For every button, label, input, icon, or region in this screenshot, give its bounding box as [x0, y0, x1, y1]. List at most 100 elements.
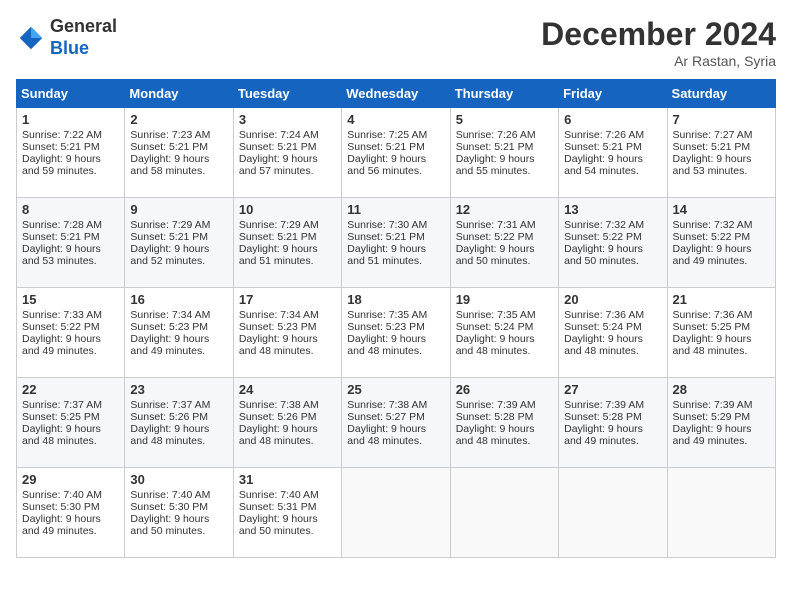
calendar-cell: 1Sunrise: 7:22 AMSunset: 5:21 PMDaylight…: [17, 108, 125, 198]
page-header: General Blue December 2024 Ar Rastan, Sy…: [16, 16, 776, 69]
cell-line: and 49 minutes.: [130, 345, 227, 357]
cell-line: Sunrise: 7:35 AM: [456, 309, 553, 321]
cell-line: Daylight: 9 hours: [239, 333, 336, 345]
day-number: 15: [22, 292, 119, 307]
calendar-cell: 11Sunrise: 7:30 AMSunset: 5:21 PMDayligh…: [342, 198, 450, 288]
cell-line: and 49 minutes.: [673, 255, 770, 267]
cell-line: and 50 minutes.: [564, 255, 661, 267]
logo: General Blue: [16, 16, 117, 59]
cell-line: Daylight: 9 hours: [673, 423, 770, 435]
cell-line: and 49 minutes.: [22, 525, 119, 537]
day-number: 28: [673, 382, 770, 397]
cell-line: Sunset: 5:27 PM: [347, 411, 444, 423]
calendar-week-1: 1Sunrise: 7:22 AMSunset: 5:21 PMDaylight…: [17, 108, 776, 198]
cell-line: and 53 minutes.: [22, 255, 119, 267]
day-number: 2: [130, 112, 227, 127]
day-number: 18: [347, 292, 444, 307]
cell-line: Sunset: 5:24 PM: [456, 321, 553, 333]
cell-line: and 50 minutes.: [239, 525, 336, 537]
cell-line: Sunrise: 7:26 AM: [456, 129, 553, 141]
calendar-cell: 29Sunrise: 7:40 AMSunset: 5:30 PMDayligh…: [17, 468, 125, 558]
cell-line: Sunset: 5:21 PM: [347, 231, 444, 243]
day-number: 17: [239, 292, 336, 307]
cell-line: Daylight: 9 hours: [347, 243, 444, 255]
column-header-wednesday: Wednesday: [342, 80, 450, 108]
cell-line: Sunrise: 7:37 AM: [22, 399, 119, 411]
cell-line: Sunset: 5:25 PM: [22, 411, 119, 423]
column-header-friday: Friday: [559, 80, 667, 108]
calendar-cell: 25Sunrise: 7:38 AMSunset: 5:27 PMDayligh…: [342, 378, 450, 468]
calendar-cell: 5Sunrise: 7:26 AMSunset: 5:21 PMDaylight…: [450, 108, 558, 198]
day-number: 1: [22, 112, 119, 127]
cell-line: Sunrise: 7:22 AM: [22, 129, 119, 141]
cell-line: Sunset: 5:21 PM: [673, 141, 770, 153]
cell-line: Daylight: 9 hours: [239, 513, 336, 525]
calendar-cell: 28Sunrise: 7:39 AMSunset: 5:29 PMDayligh…: [667, 378, 775, 468]
cell-line: and 48 minutes.: [22, 435, 119, 447]
cell-line: Sunset: 5:22 PM: [456, 231, 553, 243]
column-header-sunday: Sunday: [17, 80, 125, 108]
day-number: 6: [564, 112, 661, 127]
day-number: 22: [22, 382, 119, 397]
calendar-cell: 7Sunrise: 7:27 AMSunset: 5:21 PMDaylight…: [667, 108, 775, 198]
cell-line: Sunrise: 7:40 AM: [130, 489, 227, 501]
cell-line: Sunrise: 7:25 AM: [347, 129, 444, 141]
cell-line: Sunrise: 7:28 AM: [22, 219, 119, 231]
cell-line: Daylight: 9 hours: [564, 333, 661, 345]
cell-line: Sunset: 5:25 PM: [673, 321, 770, 333]
cell-line: and 49 minutes.: [673, 435, 770, 447]
calendar-body: 1Sunrise: 7:22 AMSunset: 5:21 PMDaylight…: [17, 108, 776, 558]
cell-line: Daylight: 9 hours: [673, 333, 770, 345]
calendar-cell: 21Sunrise: 7:36 AMSunset: 5:25 PMDayligh…: [667, 288, 775, 378]
calendar-cell: 10Sunrise: 7:29 AMSunset: 5:21 PMDayligh…: [233, 198, 341, 288]
calendar-cell: 15Sunrise: 7:33 AMSunset: 5:22 PMDayligh…: [17, 288, 125, 378]
logo-general: General: [50, 16, 117, 36]
calendar-week-3: 15Sunrise: 7:33 AMSunset: 5:22 PMDayligh…: [17, 288, 776, 378]
day-number: 13: [564, 202, 661, 217]
cell-line: Sunrise: 7:37 AM: [130, 399, 227, 411]
cell-line: Daylight: 9 hours: [22, 153, 119, 165]
calendar-cell: 4Sunrise: 7:25 AMSunset: 5:21 PMDaylight…: [342, 108, 450, 198]
cell-line: Daylight: 9 hours: [22, 513, 119, 525]
title-block: December 2024 Ar Rastan, Syria: [541, 16, 776, 69]
calendar-header-row: SundayMondayTuesdayWednesdayThursdayFrid…: [17, 80, 776, 108]
calendar-cell: 16Sunrise: 7:34 AMSunset: 5:23 PMDayligh…: [125, 288, 233, 378]
cell-line: Sunset: 5:23 PM: [239, 321, 336, 333]
cell-line: Daylight: 9 hours: [564, 423, 661, 435]
cell-line: Sunrise: 7:40 AM: [22, 489, 119, 501]
cell-line: and 48 minutes.: [673, 345, 770, 357]
cell-line: Daylight: 9 hours: [456, 333, 553, 345]
cell-line: Sunrise: 7:29 AM: [239, 219, 336, 231]
day-number: 23: [130, 382, 227, 397]
cell-line: Daylight: 9 hours: [456, 153, 553, 165]
day-number: 29: [22, 472, 119, 487]
calendar-cell: 6Sunrise: 7:26 AMSunset: 5:21 PMDaylight…: [559, 108, 667, 198]
cell-line: and 53 minutes.: [673, 165, 770, 177]
cell-line: Daylight: 9 hours: [130, 333, 227, 345]
cell-line: and 52 minutes.: [130, 255, 227, 267]
cell-line: and 48 minutes.: [239, 435, 336, 447]
cell-line: Sunset: 5:30 PM: [130, 501, 227, 513]
cell-line: Sunset: 5:21 PM: [456, 141, 553, 153]
cell-line: Daylight: 9 hours: [22, 423, 119, 435]
cell-line: Sunrise: 7:38 AM: [239, 399, 336, 411]
day-number: 14: [673, 202, 770, 217]
calendar-cell: 8Sunrise: 7:28 AMSunset: 5:21 PMDaylight…: [17, 198, 125, 288]
calendar-cell: [559, 468, 667, 558]
day-number: 7: [673, 112, 770, 127]
cell-line: Daylight: 9 hours: [456, 423, 553, 435]
cell-line: Sunset: 5:28 PM: [564, 411, 661, 423]
cell-line: Sunset: 5:31 PM: [239, 501, 336, 513]
cell-line: Sunrise: 7:29 AM: [130, 219, 227, 231]
day-number: 16: [130, 292, 227, 307]
calendar-cell: 24Sunrise: 7:38 AMSunset: 5:26 PMDayligh…: [233, 378, 341, 468]
column-header-thursday: Thursday: [450, 80, 558, 108]
cell-line: and 48 minutes.: [456, 435, 553, 447]
calendar-week-5: 29Sunrise: 7:40 AMSunset: 5:30 PMDayligh…: [17, 468, 776, 558]
calendar-cell: 2Sunrise: 7:23 AMSunset: 5:21 PMDaylight…: [125, 108, 233, 198]
calendar-cell: 17Sunrise: 7:34 AMSunset: 5:23 PMDayligh…: [233, 288, 341, 378]
day-number: 10: [239, 202, 336, 217]
cell-line: Daylight: 9 hours: [239, 423, 336, 435]
cell-line: and 59 minutes.: [22, 165, 119, 177]
cell-line: Sunset: 5:24 PM: [564, 321, 661, 333]
